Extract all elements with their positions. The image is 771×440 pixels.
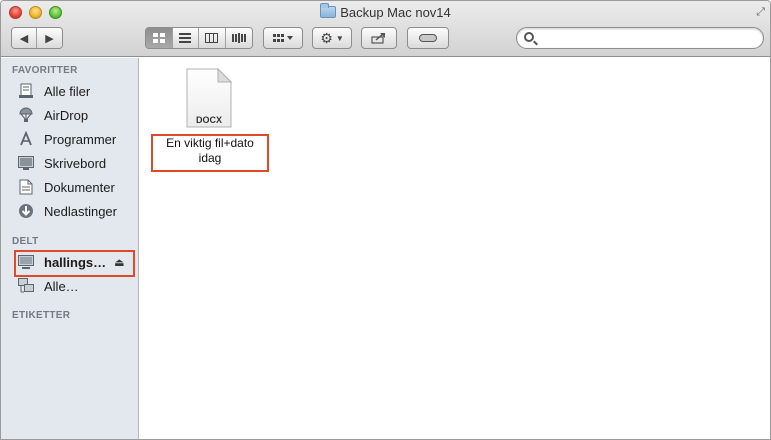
coverflow-view-button[interactable] [225,28,252,48]
arrange-icon [273,34,293,42]
window-title-text: Backup Mac nov14 [340,5,451,20]
coverflow-view-icon [231,33,246,43]
search-input[interactable] [539,30,757,46]
column-view-icon [205,33,219,43]
sidebar-item-downloads[interactable]: Nedlastinger [16,201,117,221]
back-button[interactable]: ◀ [12,28,38,48]
sidebar-item-airdrop[interactable]: AirDrop [16,105,88,125]
edit-tags-button[interactable] [407,27,449,49]
docx-file-icon[interactable]: DOCX [186,67,233,128]
view-mode-control [145,27,253,49]
arrange-button[interactable] [263,27,303,49]
file-browser-area [140,58,770,439]
sidebar-item-all-files[interactable]: Alle filer [16,81,90,101]
list-view-button[interactable] [172,28,199,48]
annotation-highlight-server [14,250,135,277]
chevron-down-icon: ▼ [335,33,344,43]
search-field[interactable] [516,27,764,49]
search-icon [524,32,534,42]
finder-window: Backup Mac nov14 ⤢ ◀ ▶ ⚙ ▼ FAVORITTER Al… [0,0,771,440]
folder-icon [320,3,337,18]
file-type-badge: DOCX [195,115,222,125]
annotation-highlight-file [151,134,269,172]
downloads-icon [16,202,36,220]
sidebar-item-label: Skrivebord [44,155,107,171]
sidebar-item-label: Nedlastinger [44,203,117,219]
action-button[interactable]: ⚙ ▼ [312,27,352,49]
tag-icon [419,34,437,42]
sidebar-item-label: Alle… [44,278,79,294]
sidebar-header-tags: ETIKETTER [12,310,71,321]
toolbar: Backup Mac nov14 ⤢ ◀ ▶ ⚙ ▼ [1,1,770,57]
forward-button[interactable]: ▶ [37,28,62,48]
sidebar-header-favorites: FAVORITTER [12,65,78,76]
share-icon [371,33,385,44]
share-button[interactable] [361,27,397,49]
sidebar-header-shared: DELT [12,236,39,247]
list-view-icon [179,33,192,43]
sidebar-item-documents[interactable]: Dokumenter [16,177,115,197]
sidebar-item-all-shared[interactable]: Alle… [16,276,79,296]
desktop-icon [16,154,36,172]
icon-view-icon [152,33,165,43]
icon-view-button[interactable] [146,28,173,48]
network-icon [16,277,36,295]
sidebar: FAVORITTER Alle filer AirDrop Programmer… [1,58,139,439]
gear-icon: ⚙ [320,29,333,46]
sidebar-item-label: Dokumenter [44,179,115,195]
airdrop-icon [16,106,36,124]
sidebar-item-desktop[interactable]: Skrivebord [16,153,106,173]
all-files-icon [16,82,36,100]
sidebar-item-label: AirDrop [44,107,89,123]
sidebar-item-label: Programmer [44,131,117,147]
applications-icon [16,130,36,148]
fullscreen-icon[interactable]: ⤢ [756,6,765,19]
back-forward-control: ◀ ▶ [11,27,63,49]
documents-icon [16,178,36,196]
window-title: Backup Mac nov14 [1,3,770,20]
sidebar-item-applications[interactable]: Programmer [16,129,116,149]
column-view-button[interactable] [199,28,226,48]
sidebar-item-label: Alle filer [44,83,91,99]
